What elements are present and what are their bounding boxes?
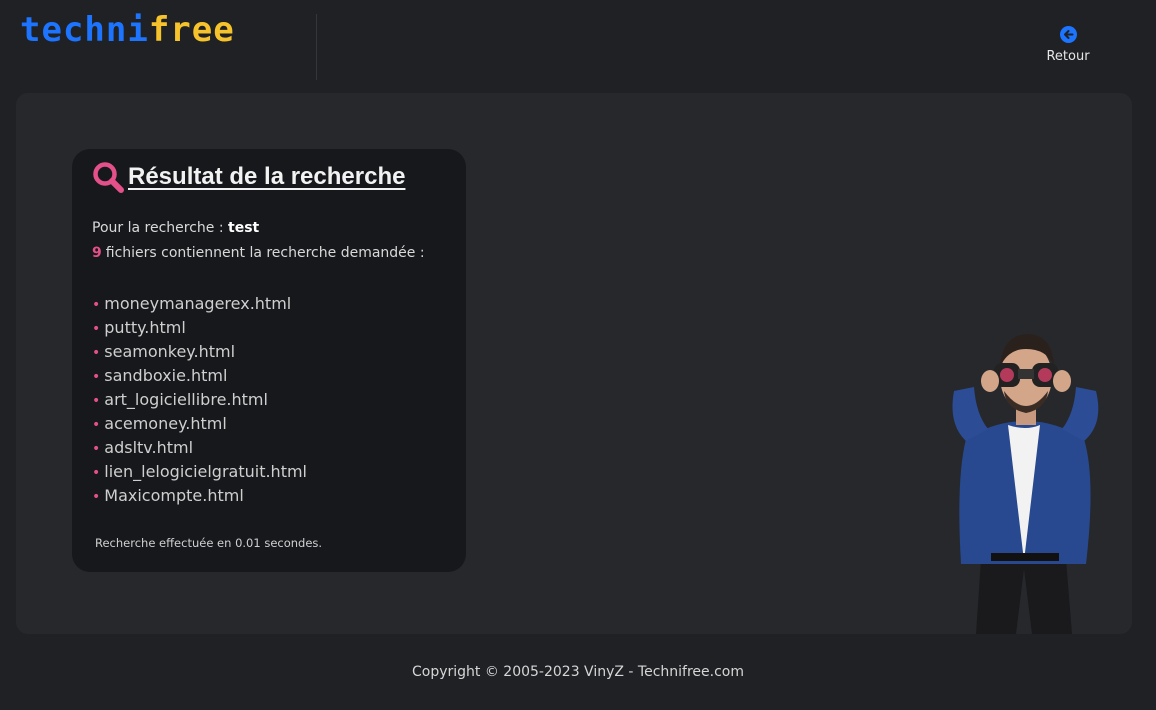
bullet-icon: • (92, 417, 101, 433)
result-link[interactable]: • moneymanagerex.html (92, 292, 307, 316)
result-link[interactable]: • adsltv.html (92, 436, 307, 460)
top-bar: technifree Retour (0, 0, 1156, 92)
footer-copyright: Copyright © 2005-2023 VinyZ - Technifree… (411, 664, 744, 680)
result-filename: seamonkey.html (104, 342, 236, 361)
result-link[interactable]: • sandboxie.html (92, 364, 307, 388)
logo-part-free: free (148, 10, 235, 50)
search-icon (92, 161, 124, 193)
result-filename: moneymanagerex.html (104, 294, 292, 313)
result-link[interactable]: • art_logiciellibre.html (92, 388, 307, 412)
result-link[interactable]: • acemoney.html (92, 412, 307, 436)
results-list: • moneymanagerex.html • putty.html • seamon… (92, 292, 307, 508)
count-line: 9 fichiers contiennent la recherche deman… (92, 245, 425, 261)
result-link[interactable]: • Maxicompte.html (92, 484, 307, 508)
bullet-icon: • (92, 369, 101, 385)
results-title: Résultat de la recherche (128, 163, 406, 190)
bullet-icon: • (92, 465, 101, 481)
bullet-icon: • (92, 345, 101, 361)
query-term: test (228, 220, 260, 236)
count-suffix: fichiers contiennent la recherche demand… (105, 245, 425, 261)
bullet-icon: • (92, 321, 101, 337)
main-panel: Résultat de la recherche Pour la recherc… (16, 93, 1132, 634)
query-line: Pour la recherche : test (92, 220, 259, 236)
arrow-left-circle-icon (1059, 26, 1077, 43)
result-link[interactable]: • lien_lelogicielgratuit.html (92, 460, 307, 484)
search-timing: Recherche effectuée en 0.01 secondes. (95, 536, 323, 550)
result-filename: Maxicompte.html (104, 486, 244, 505)
back-button[interactable]: Retour (1036, 26, 1100, 68)
man-with-binoculars-illustration (936, 329, 1116, 634)
bullet-icon: • (92, 489, 101, 505)
result-link[interactable]: • seamonkey.html (92, 340, 307, 364)
result-filename: adsltv.html (104, 438, 194, 457)
query-prefix: Pour la recherche : (92, 220, 224, 236)
result-link[interactable]: • putty.html (92, 316, 307, 340)
technifree-logo[interactable]: technifree (20, 12, 300, 48)
card-header: Résultat de la recherche (92, 161, 405, 193)
logo-part-techni: techni (20, 10, 149, 50)
bullet-icon: • (92, 393, 101, 409)
search-result-card: Résultat de la recherche Pour la recherc… (72, 149, 466, 572)
result-filename: sandboxie.html (104, 366, 228, 385)
back-label: Retour (1046, 49, 1090, 64)
result-filename: putty.html (104, 318, 186, 337)
bullet-icon: • (92, 297, 101, 313)
result-filename: art_logiciellibre.html (104, 390, 268, 409)
bullet-icon: • (92, 441, 101, 457)
result-filename: lien_lelogicielgratuit.html (104, 462, 307, 481)
result-count: 9 (92, 245, 102, 261)
result-filename: acemoney.html (104, 414, 227, 433)
header-divider (316, 14, 317, 80)
